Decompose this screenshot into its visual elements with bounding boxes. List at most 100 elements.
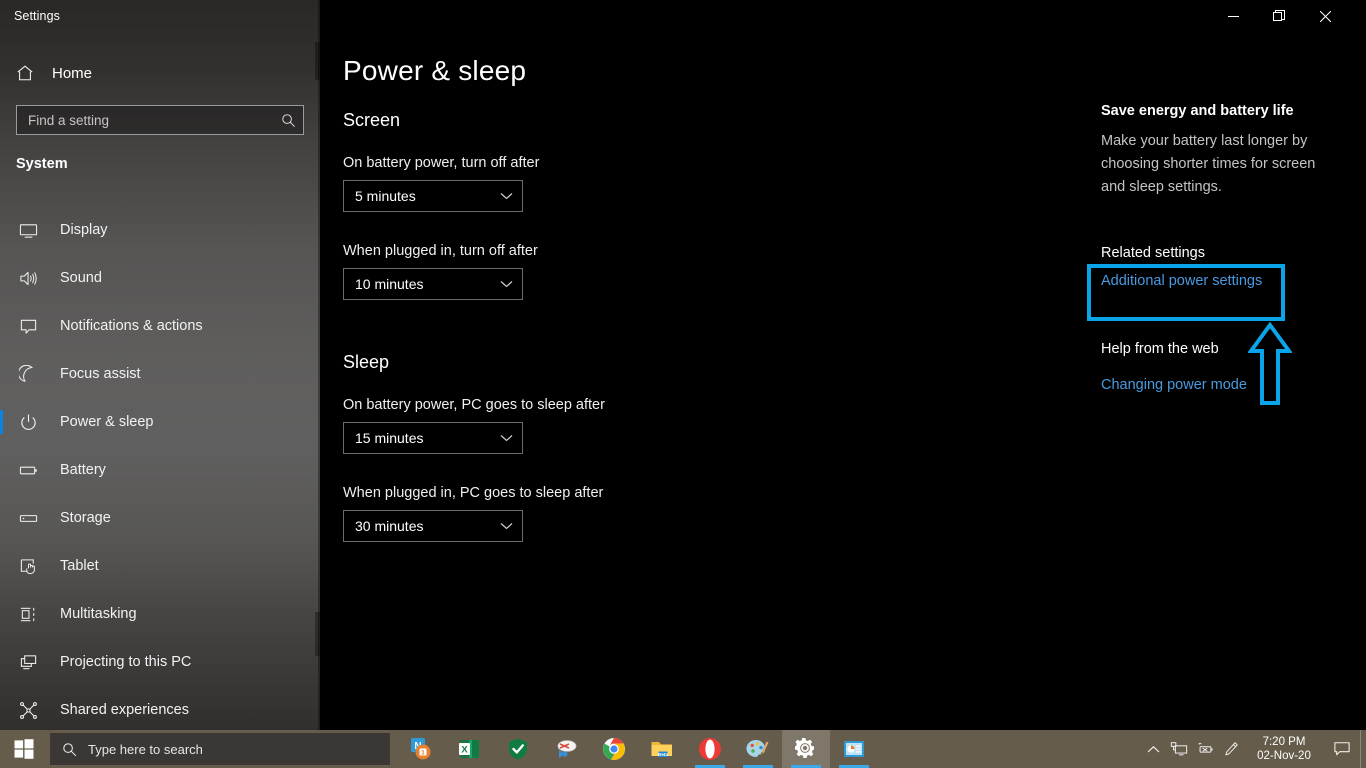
dropdown-screen-on-battery[interactable]: 5 minutes [343,180,523,212]
taskbar-search-box[interactable]: Type here to search [50,733,390,765]
sidebar-edge-divider [318,0,320,730]
home-icon [16,64,42,82]
onenote-icon: N 1 [409,736,435,762]
selection-indicator [0,410,3,434]
restore-button[interactable] [1256,0,1302,32]
show-hidden-icons-chevron-icon[interactable] [1140,730,1166,768]
settings-window: Settings [0,0,1366,768]
sidebar-item-notifications[interactable]: Notifications & actions [0,302,320,350]
sidebar-item-label: Display [60,222,108,238]
search-setting-box[interactable] [16,105,304,135]
field-label-screen-battery: On battery power, turn off after [343,155,539,171]
chevron-down-icon [500,280,513,288]
windows-start-icon [14,739,34,759]
sidebar-nav-list: Display Sound [0,206,320,730]
search-icon [273,113,303,128]
dropdown-sleep-on-battery[interactable]: 15 minutes [343,422,523,454]
taskbar-app-settings[interactable] [782,730,830,768]
help-from-web-header: Help from the web [1101,341,1219,357]
taskbar-app-file-explorer[interactable]: Beta [638,730,686,768]
sidebar-item-display[interactable]: Display [0,206,320,254]
svg-text:Beta: Beta [658,752,668,757]
svg-text:1: 1 [421,750,425,757]
chat-bubble-icon [16,314,40,338]
sidebar-item-projecting-to-this-pc[interactable]: Projecting to this PC [0,638,320,686]
sidebar-item-label: Sound [60,270,102,286]
sidebar-item-label: Multitasking [60,606,137,622]
dropdown-value: 30 minutes [355,518,423,534]
file-explorer-icon: Beta [649,736,675,762]
battery-icon [16,458,40,482]
sidebar-item-sound[interactable]: Sound [0,254,320,302]
close-button[interactable] [1302,0,1348,32]
search-icon [50,742,88,757]
taskbar-app-opera[interactable] [686,730,734,768]
share-nodes-icon [16,698,40,722]
battery-error-icon[interactable] [1192,730,1218,768]
excel-icon: X [457,736,483,762]
start-button[interactable] [0,730,48,768]
settings-gear-icon [793,736,819,762]
dropdown-sleep-plugged-in[interactable]: 30 minutes [343,510,523,542]
sidebar-item-focus-assist[interactable]: Focus assist [0,350,320,398]
taskbar-search-placeholder: Type here to search [88,742,203,757]
search-input[interactable] [17,106,273,134]
minimize-icon [1228,11,1239,22]
restore-icon [1273,10,1285,22]
link-additional-power-settings[interactable]: Additional power settings [1101,273,1262,289]
system-tray: 7:20 PM 02-Nov-20 [1140,730,1366,768]
paint-icon [745,736,771,762]
sidebar-item-battery[interactable]: Battery [0,446,320,494]
taskbar-app-list: N 1 X [398,730,878,768]
field-label-sleep-plugged: When plugged in, PC goes to sleep after [343,485,603,501]
sidebar-item-label: Projecting to this PC [60,654,191,670]
monitor-icon [16,218,40,242]
multitasking-icon [16,602,40,626]
title-bar: Settings [0,0,1366,32]
sidebar-item-power-and-sleep[interactable]: Power & sleep [0,398,320,446]
dropdown-screen-plugged-in[interactable]: 10 minutes [343,268,523,300]
page-title: Power & sleep [343,55,526,87]
taskbar-app-snipping-tool[interactable] [542,730,590,768]
dropdown-value: 5 minutes [355,188,416,204]
related-settings-header: Related settings [1101,245,1205,261]
pen-workspace-icon[interactable] [1218,730,1244,768]
taskbar-app-excel[interactable]: X [446,730,494,768]
chevron-down-icon [500,522,513,530]
sidebar-item-label: Storage [60,510,111,526]
sidebar-item-label: Power & sleep [60,414,154,430]
tablet-hand-icon [16,554,40,578]
minimize-button[interactable] [1210,0,1256,32]
sidebar-item-label: Notifications & actions [60,318,203,334]
speaker-icon [16,266,40,290]
sidebar-item-tablet[interactable]: Tablet [0,542,320,590]
tip-title: Save energy and battery life [1101,103,1294,119]
section-title-sleep: Sleep [343,352,389,373]
dropdown-value: 10 minutes [355,276,423,292]
sidebar-item-multitasking[interactable]: Multitasking [0,590,320,638]
drive-icon [16,506,40,530]
taskbar-app-onenote[interactable]: N 1 [398,730,446,768]
clock-time: 7:20 PM [1263,735,1306,749]
taskbar-app-chrome[interactable] [590,730,638,768]
taskbar-clock[interactable]: 7:20 PM 02-Nov-20 [1244,730,1324,768]
taskbar-app-windows-security[interactable] [494,730,542,768]
window-title: Settings [14,9,60,23]
power-icon [16,410,40,434]
taskbar: Type here to search N 1 [0,730,1366,768]
taskbar-app-paint[interactable] [734,730,782,768]
sidebar-item-home[interactable]: Home [0,58,320,88]
show-desktop-button[interactable] [1360,730,1366,768]
field-label-sleep-battery: On battery power, PC goes to sleep after [343,397,605,413]
security-shield-icon [505,736,531,762]
sidebar-item-label: Battery [60,462,106,478]
sidebar-group-header: System [16,156,68,172]
link-changing-power-mode[interactable]: Changing power mode [1101,377,1247,393]
network-monitor-icon[interactable] [1166,730,1192,768]
taskbar-app-powerpoint[interactable] [830,730,878,768]
opera-icon [697,736,723,762]
action-center-button[interactable] [1324,730,1360,768]
sidebar-item-shared-experiences[interactable]: Shared experiences [0,686,320,730]
sidebar-item-label: Focus assist [60,366,141,382]
sidebar-item-storage[interactable]: Storage [0,494,320,542]
